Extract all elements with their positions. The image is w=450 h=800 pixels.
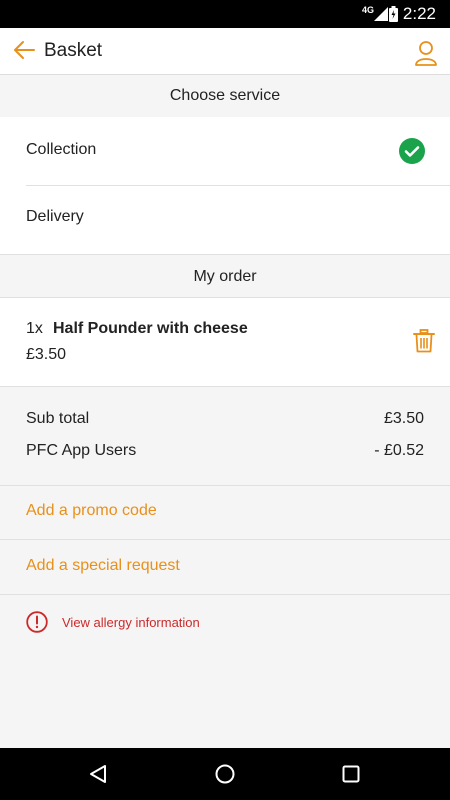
item-name: Half Pounder with cheese <box>53 320 248 337</box>
signal-icon <box>374 7 388 21</box>
home-circle-icon[interactable] <box>215 764 235 784</box>
recents-square-icon[interactable] <box>342 765 360 783</box>
clock: 2:22 <box>402 4 436 23</box>
my-order-title: My order <box>193 268 257 285</box>
discount-value: - £0.52 <box>374 442 424 459</box>
status-bar: 4G 2:22 <box>0 0 450 28</box>
item-quantity: 1x <box>26 320 43 337</box>
add-special-request-link[interactable]: Add a special request <box>0 540 450 595</box>
page-title: Basket <box>44 40 103 61</box>
service-option-delivery[interactable]: Delivery <box>0 186 450 254</box>
service-option-collection[interactable]: Collection <box>0 117 450 185</box>
totals-section: Sub total £3.50 PFC App Users - £0.52 <box>0 386 450 486</box>
back-triangle-icon[interactable] <box>88 764 108 784</box>
selected-check-icon <box>399 138 425 164</box>
order-item: 1x Half Pounder with cheese £3.50 <box>0 298 450 386</box>
subtotal-label: Sub total <box>26 410 90 427</box>
back-arrow-icon[interactable] <box>12 39 36 61</box>
choose-service-title: Choose service <box>169 87 281 104</box>
delivery-label: Delivery <box>26 208 84 225</box>
discount-label: PFC App Users <box>26 442 137 459</box>
trash-icon[interactable] <box>413 329 435 353</box>
collection-label: Collection <box>26 141 97 158</box>
special-request-label: Add a special request <box>26 557 180 574</box>
battery-icon <box>389 6 398 22</box>
add-promo-code-link[interactable]: Add a promo code <box>0 486 450 540</box>
my-order-header: My order <box>0 254 450 298</box>
item-price: £3.50 <box>26 346 67 363</box>
user-profile-icon[interactable] <box>414 40 438 66</box>
promo-code-label: Add a promo code <box>26 502 157 519</box>
choose-service-header: Choose service <box>0 75 450 117</box>
subtotal-value: £3.50 <box>383 410 424 427</box>
app-bar: Basket <box>0 28 450 75</box>
system-navigation-bar <box>0 748 450 800</box>
alert-circle-icon <box>26 611 48 633</box>
network-type: 4G <box>361 5 374 15</box>
allergy-information-link[interactable]: View allergy information <box>0 595 450 651</box>
service-options: Collection Delivery <box>0 117 450 254</box>
allergy-information-label: View allergy information <box>62 615 200 630</box>
